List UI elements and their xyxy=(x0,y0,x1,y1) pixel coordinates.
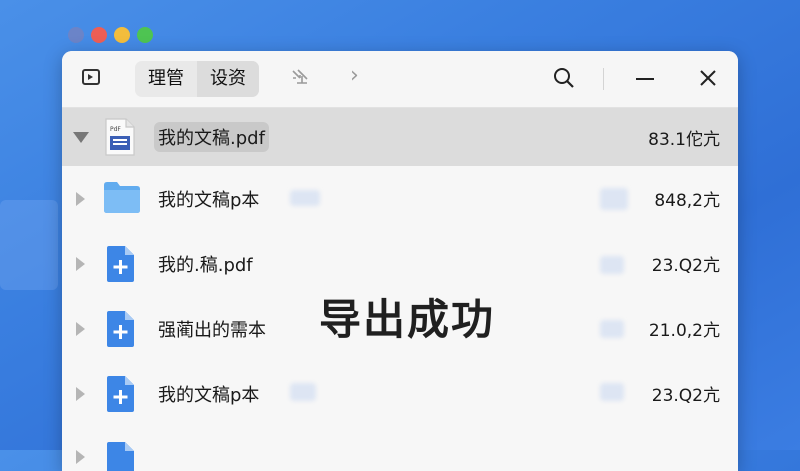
file-name: 我的.稿.pdf xyxy=(158,254,253,276)
toolbar-divider xyxy=(603,68,604,90)
close-icon[interactable] xyxy=(698,68,718,88)
disclosure-triangle-icon[interactable] xyxy=(76,450,85,464)
file-size: 21.0,2亢 xyxy=(648,321,720,341)
disclosure-triangle-icon[interactable] xyxy=(76,191,85,206)
blue-doc-icon xyxy=(104,374,140,414)
zoom-window-button[interactable] xyxy=(137,27,153,43)
file-row[interactable]: 我的文稿p本 23.Q2亢 xyxy=(62,361,738,426)
blurred-artifact xyxy=(600,320,624,338)
folder-icon xyxy=(102,179,142,219)
file-size: 83.1佗亢 xyxy=(648,129,720,150)
file-name: 我的文稿.pdf xyxy=(154,122,269,152)
file-name: 我的文稿p本 xyxy=(158,189,260,211)
toolbar: 理管 设资 › xyxy=(62,51,738,108)
file-list: PdF 我的文稿.pdf 83.1佗亢 我的文稿p本 848,2亢 我的.稿.p… xyxy=(62,108,738,471)
minimize-window-button[interactable] xyxy=(114,27,130,43)
disabled-action-icon[interactable] xyxy=(290,67,310,87)
minimize-icon[interactable] xyxy=(636,78,654,80)
pdf-doc-icon: PdF xyxy=(104,117,140,157)
file-manager-window: 理管 设资 › PdF 我的文稿.pdf 83.1佗亢 我的文稿p本 848,2… xyxy=(62,51,738,471)
disclosure-triangle-icon[interactable] xyxy=(76,256,85,271)
svg-text:PdF: PdF xyxy=(110,126,121,133)
file-size: 23.Q2亢 xyxy=(651,256,720,276)
desktop-background-shape xyxy=(0,200,58,290)
file-name: 我的文稿p本 xyxy=(158,384,260,406)
blurred-artifact xyxy=(600,188,628,210)
file-size: 848,2亢 xyxy=(654,191,720,211)
blurred-artifact xyxy=(600,383,624,401)
blue-doc-icon xyxy=(104,309,140,349)
disclosure-triangle-icon[interactable] xyxy=(73,131,89,143)
file-row[interactable]: PdF 我的文稿.pdf 83.1佗亢 xyxy=(62,108,738,166)
search-icon[interactable] xyxy=(553,67,575,89)
file-name: 强蔺出的需本 xyxy=(158,319,266,341)
file-size: 23.Q2亢 xyxy=(651,386,720,406)
file-row[interactable]: 我的文稿p本 848,2亢 xyxy=(62,166,738,231)
tab-manage[interactable]: 理管 xyxy=(135,61,197,97)
disclosure-triangle-icon[interactable] xyxy=(76,386,85,401)
blue-doc-icon xyxy=(104,440,140,471)
sidebar-toggle-icon[interactable] xyxy=(82,69,100,85)
blue-doc-icon xyxy=(104,244,140,284)
disclosure-triangle-icon[interactable] xyxy=(76,321,85,336)
blurred-artifact xyxy=(600,256,624,274)
extra-window-dot xyxy=(68,27,84,43)
tab-assets[interactable]: 设资 xyxy=(197,61,259,97)
window-controls xyxy=(68,27,153,43)
export-success-toast: 导出成功 xyxy=(319,295,496,344)
file-row-partial[interactable] xyxy=(62,426,738,471)
close-window-button[interactable] xyxy=(91,27,107,43)
blurred-artifact xyxy=(290,190,320,206)
segmented-control: 理管 设资 xyxy=(135,61,259,97)
forward-chevron-icon[interactable]: › xyxy=(350,63,359,88)
blurred-artifact xyxy=(290,383,316,401)
